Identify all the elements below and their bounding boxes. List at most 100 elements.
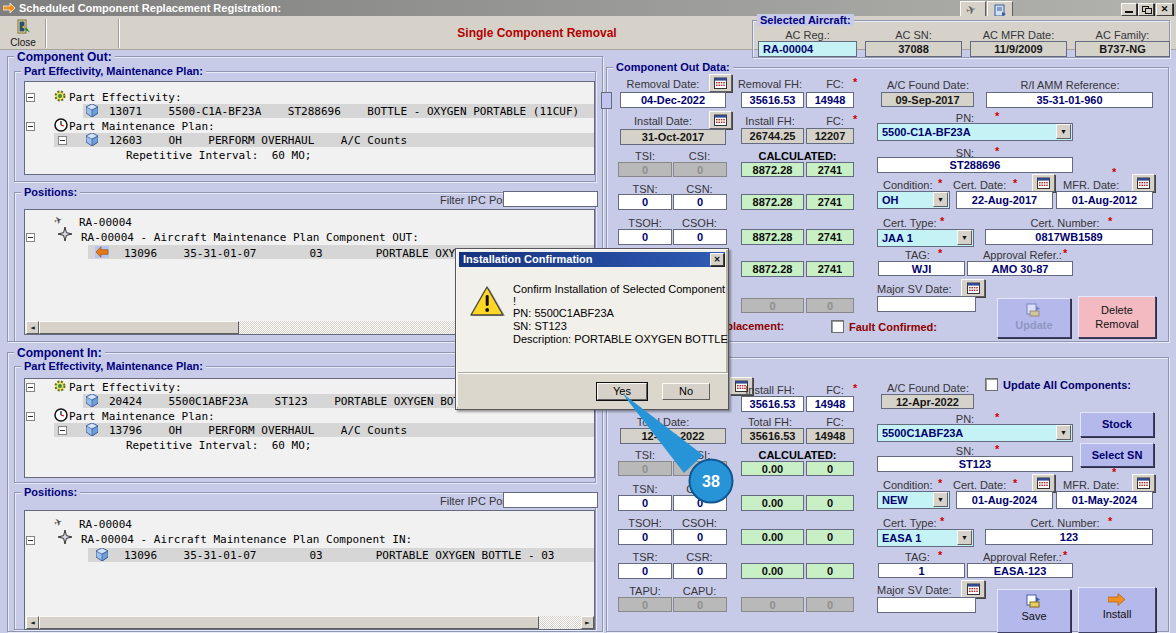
close-button[interactable]: Close	[6, 18, 40, 49]
in-csr-field[interactable]: 0	[673, 563, 727, 579]
tsoh-field[interactable]: 0	[618, 229, 672, 245]
dialog-title-bar[interactable]: Installation Confirmation ✕	[459, 252, 725, 267]
tree-row[interactable]: Repetitive Interval: 60 MO;	[126, 149, 311, 162]
dropdown-arrow[interactable]: ▼	[933, 492, 948, 507]
install-date-calendar-button[interactable]	[709, 111, 732, 129]
expand-icon[interactable]	[26, 93, 35, 102]
mfr-date-field[interactable]: 01-Aug-2012	[1056, 191, 1153, 209]
in-pn-dropdown[interactable]: 5500C1ABF23A	[877, 424, 1073, 442]
delete-removal-button[interactable]: Delete Removal	[1078, 296, 1156, 338]
tree-row[interactable]: Repetitive Interval: 60 MO;	[126, 439, 311, 452]
tree-row[interactable]: Part Maintenance Plan:	[69, 410, 215, 423]
scroll-thumb[interactable]	[39, 321, 239, 334]
tag-field[interactable]: WJI	[878, 261, 965, 276]
warning-icon	[469, 285, 507, 319]
in-cert-date-field[interactable]: 01-Aug-2024	[956, 491, 1053, 509]
close-window-button[interactable]: ✕	[1156, 3, 1173, 16]
mfr-date-calendar-button[interactable]	[1132, 174, 1155, 192]
restore-button[interactable]	[1138, 3, 1154, 16]
tree-row[interactable]: 13071 5500-C1A-BF23A ST288696 BOTTLE - O…	[109, 105, 579, 118]
tree-row[interactable]: RA-00004	[79, 216, 132, 229]
select-sn-button[interactable]: Select SN	[1080, 443, 1154, 467]
scroll-left-button[interactable]: ◄	[26, 616, 39, 629]
minimize-button[interactable]	[1121, 3, 1137, 16]
dropdown-arrow[interactable]: ▼	[1056, 124, 1071, 139]
in-tsoh-field[interactable]: 0	[618, 529, 672, 545]
expand-icon[interactable]	[26, 233, 35, 242]
save-button[interactable]: Save	[997, 589, 1071, 633]
in-tag-field[interactable]: 1	[878, 563, 965, 578]
ac-reg-field[interactable]: RA-00004	[758, 41, 857, 57]
scroll-right-button[interactable]: ►	[581, 616, 594, 629]
update-all-checkbox[interactable]	[985, 378, 998, 391]
in-cert-number-field[interactable]: 123	[985, 529, 1153, 545]
dropdown-arrow[interactable]: ▼	[957, 530, 972, 545]
fc-label: FC:	[815, 78, 855, 90]
tree-row[interactable]: Part Effectivity:	[69, 91, 182, 104]
ac-family-field: B737-NG	[1075, 41, 1170, 57]
fault-confirmed-checkbox[interactable]	[831, 320, 844, 333]
in-mfr-date-calendar-button[interactable]	[1132, 474, 1155, 492]
cert-date-field[interactable]: 22-Aug-2017	[956, 191, 1053, 209]
removal-fh-field[interactable]: 35616.53	[741, 92, 804, 108]
tree-row[interactable]: 13096 35-31-01-07 03 PORTABLE OXYGEN BOT…	[124, 549, 554, 562]
in-csoh-field[interactable]: 0	[673, 529, 727, 545]
in-major-sv-calendar-button[interactable]	[961, 580, 985, 598]
fc-label: FC:	[815, 416, 855, 428]
expand-icon[interactable]	[26, 536, 35, 545]
sn-field[interactable]: ST288696	[877, 157, 1073, 173]
annotation-arrow: 38	[580, 380, 760, 520]
in-mfr-date-field[interactable]: 01-May-2024	[1056, 491, 1153, 509]
ri-amm-field[interactable]: 35-31-01-960	[986, 92, 1153, 108]
expand-icon[interactable]	[26, 122, 35, 131]
tree-row[interactable]: RA-00004 - Aircraft Maintenance Plan Com…	[81, 231, 419, 244]
h-scrollbar[interactable]: ◄ ►	[26, 616, 594, 629]
tree-row[interactable]: 13796 OH PERFORM OVERHAUL A/C Counts	[109, 424, 407, 437]
tree-row[interactable]: 12603 OH PERFORM OVERHAUL A/C Counts	[109, 134, 407, 147]
tree-row[interactable]: RA-00004	[79, 518, 132, 531]
csi-label: CSI:	[672, 150, 727, 162]
tsn-field[interactable]: 0	[618, 194, 672, 210]
out-filter-input[interactable]	[503, 191, 598, 207]
expand-icon[interactable]	[26, 383, 35, 392]
in-approval-refer-field[interactable]: EASA-123	[967, 563, 1073, 578]
dropdown-arrow[interactable]: ▼	[1056, 425, 1071, 440]
cert-date-calendar-button[interactable]	[1032, 174, 1055, 192]
cert-number-field[interactable]: 0817WB1589	[985, 229, 1153, 245]
in-sn-field[interactable]: ST123	[877, 456, 1073, 472]
scroll-thumb[interactable]	[39, 616, 539, 629]
tree-row[interactable]: Part Effectivity:	[69, 381, 182, 394]
calc-fc-field: 2741	[806, 261, 854, 277]
dialog-close-button[interactable]: ✕	[710, 253, 724, 266]
stock-button[interactable]: Stock	[1080, 412, 1154, 437]
dropdown-arrow[interactable]: ▼	[957, 230, 972, 245]
removal-fc-field[interactable]: 14948	[806, 92, 854, 108]
update-button[interactable]: Update	[997, 298, 1071, 338]
in-pos-tree[interactable]: ✈ RA-00004 RA-00004 - Aircraft Maintenan…	[24, 510, 595, 630]
in-tsr-field[interactable]: 0	[618, 563, 672, 579]
approval-refer-field[interactable]: AMO 30-87	[967, 261, 1073, 276]
tsi-field: 0	[618, 162, 672, 177]
out-pe-tree[interactable]: Part Effectivity: 13071 5500-C1A-BF23A S…	[24, 81, 595, 175]
major-sv-calendar-button[interactable]	[961, 279, 985, 297]
removal-date-calendar-button[interactable]	[709, 74, 732, 92]
csn-field[interactable]: 0	[673, 194, 727, 210]
tree-row[interactable]: RA-00004 - Aircraft Maintenance Plan Com…	[81, 533, 412, 546]
major-sv-date-field[interactable]	[877, 296, 976, 312]
removal-date-field[interactable]: 04-Dec-2022	[620, 92, 726, 108]
in-major-sv-date-field[interactable]	[877, 597, 976, 613]
dropdown-arrow[interactable]: ▼	[933, 192, 948, 207]
expand-icon[interactable]	[58, 426, 67, 435]
out-pos-legend: Positions:	[21, 186, 80, 198]
tree-row[interactable]: Part Maintenance Plan:	[69, 120, 215, 133]
scroll-left-button[interactable]: ◄	[26, 321, 39, 334]
install-button[interactable]: Install	[1078, 587, 1156, 633]
in-cert-date-calendar-button[interactable]	[1032, 474, 1055, 492]
csoh-field[interactable]: 0	[673, 229, 727, 245]
expand-icon[interactable]	[58, 136, 67, 145]
annotation-step-number: 38	[702, 473, 720, 490]
pn-dropdown[interactable]: 5500-C1A-BF23A	[877, 123, 1073, 141]
in-install-fc-field[interactable]: 14948	[806, 396, 854, 412]
expand-icon[interactable]	[26, 412, 35, 421]
tree-row[interactable]: 20424 5500C1ABF23A ST123 PORTABLE OXYGEN…	[109, 395, 480, 408]
